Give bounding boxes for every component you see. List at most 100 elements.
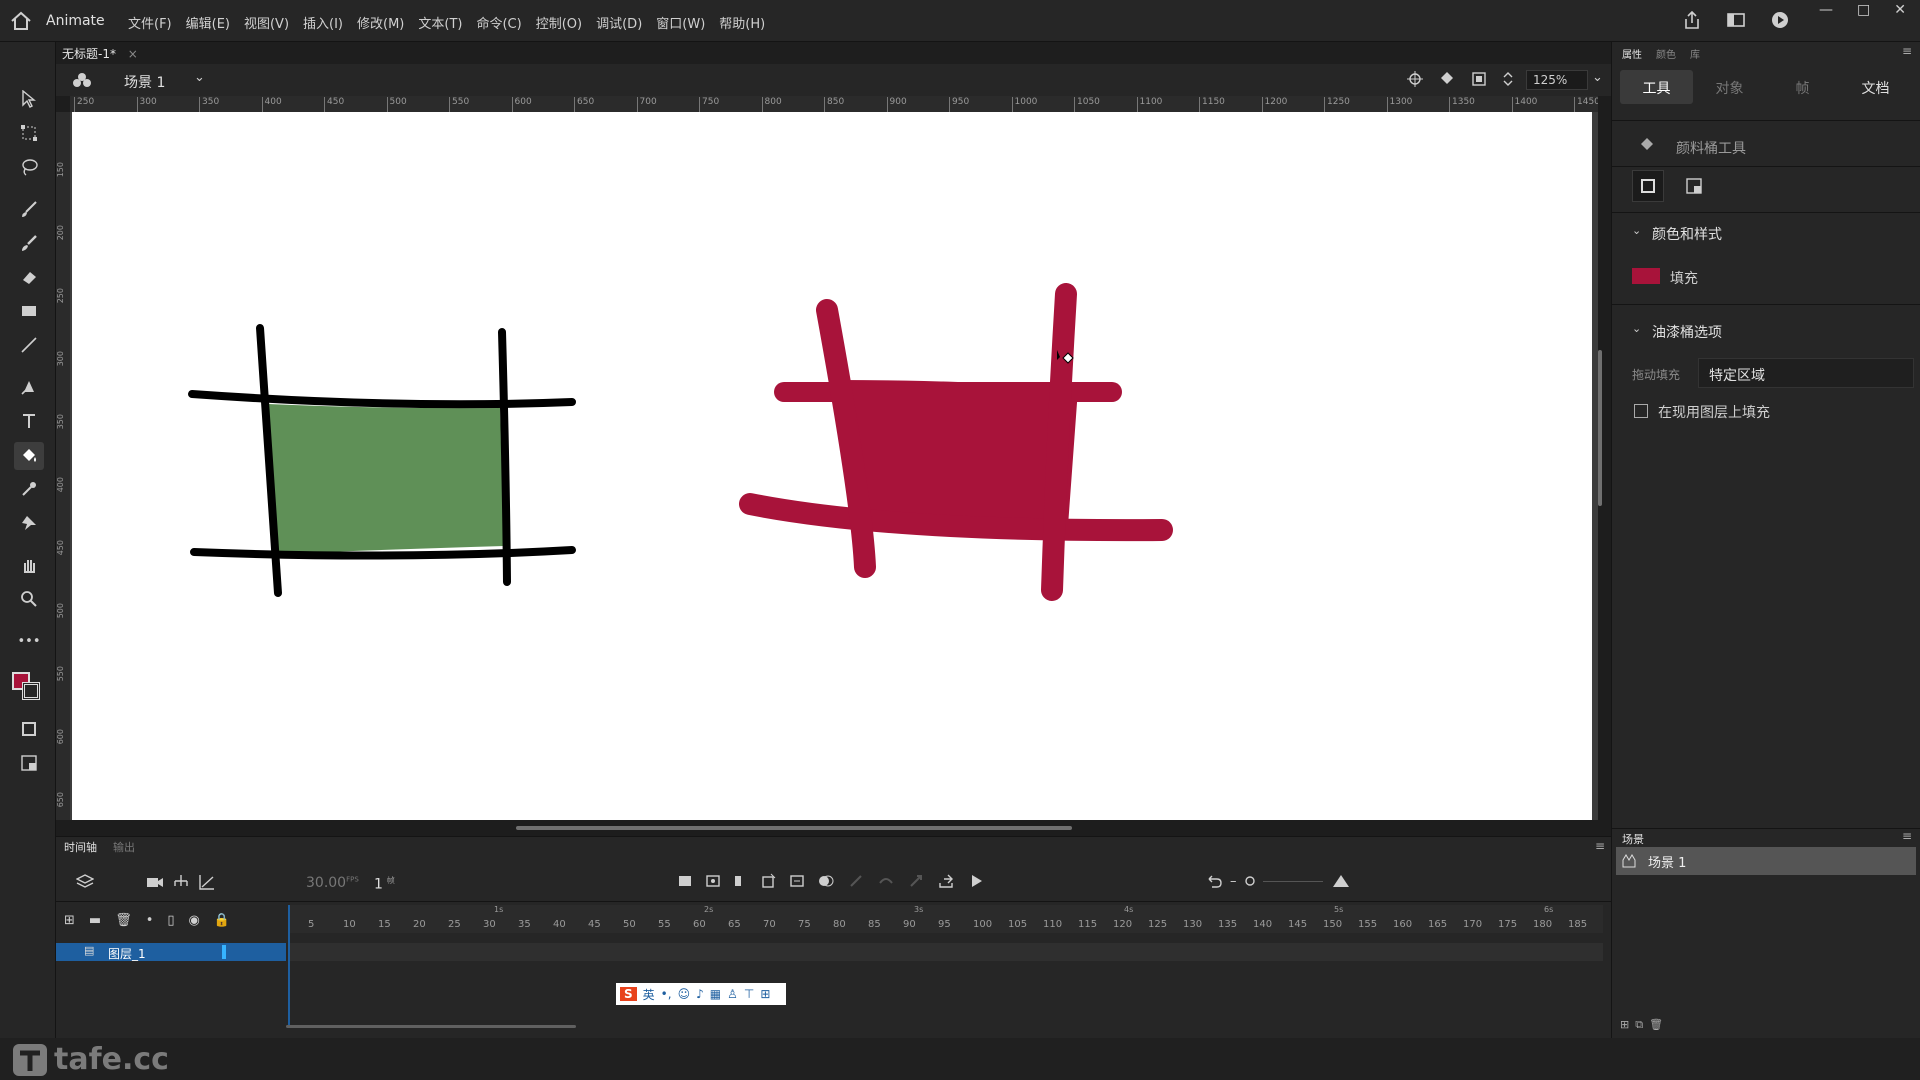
menu-file[interactable]: 文件(F) <box>128 13 172 32</box>
document-tab[interactable]: 无标题-1* × <box>62 45 138 62</box>
timeline-scrollbar[interactable] <box>286 1025 576 1028</box>
clip-icon[interactable] <box>1470 70 1488 88</box>
more-icon[interactable]: ••• <box>18 630 41 652</box>
zoom-slider-thumb[interactable] <box>1244 874 1255 888</box>
tab-properties[interactable]: 属性 <box>1622 46 1642 61</box>
zoom-icon[interactable] <box>18 588 40 610</box>
scene-name[interactable]: 场景 1 <box>124 72 165 92</box>
object-drawing-icon[interactable] <box>18 718 40 740</box>
chevron-down-icon[interactable]: ⌄ <box>1632 224 1641 237</box>
selection-tool-icon[interactable] <box>18 88 40 110</box>
line-icon[interactable] <box>18 334 40 356</box>
pin-icon[interactable] <box>18 512 40 534</box>
add-scene-icon[interactable]: ⊞ <box>1620 1018 1629 1032</box>
eraser-icon[interactable] <box>18 266 40 288</box>
prev-keyframe-icon[interactable] <box>706 873 720 889</box>
new-folder-icon[interactable]: ▬ <box>89 913 101 928</box>
menu-edit[interactable]: 编辑(E) <box>186 13 230 32</box>
layer-name[interactable]: 图层_1 <box>108 945 146 962</box>
maximize-icon[interactable]: □ <box>1857 2 1870 18</box>
menu-view[interactable]: 视图(V) <box>244 13 289 32</box>
timeline-play-icon[interactable] <box>968 873 984 889</box>
menu-help[interactable]: 帮助(H) <box>719 13 765 32</box>
tab-color[interactable]: 颜色 <box>1656 46 1676 61</box>
delete-scene-icon[interactable]: 🗑 <box>1649 1018 1663 1032</box>
onion-skin-icon[interactable] <box>818 873 834 889</box>
tab-output[interactable]: 输出 <box>113 839 135 855</box>
tab-tool[interactable]: 工具 <box>1620 70 1693 104</box>
duplicate-scene-icon[interactable]: ⧉ <box>1635 1018 1643 1032</box>
fill-swatch[interactable] <box>1632 268 1660 284</box>
tab-timeline[interactable]: 时间轴 <box>64 839 97 855</box>
free-transform-icon[interactable] <box>18 122 40 144</box>
layer-row[interactable]: ▤ 图层_1 <box>56 943 286 961</box>
scene-list-item[interactable]: 场景 1 <box>1616 847 1916 875</box>
layout-icon[interactable] <box>1726 10 1746 30</box>
green-fill-shape[interactable] <box>268 404 504 554</box>
menu-modify[interactable]: 修改(M) <box>357 13 404 32</box>
scene-panel-menu-icon[interactable]: ≡ <box>1902 829 1912 843</box>
paint-brush-icon[interactable] <box>18 232 40 254</box>
play-icon[interactable] <box>1770 10 1790 30</box>
eyedropper-icon[interactable] <box>18 478 40 500</box>
ime-emoji-icon[interactable]: ☺ <box>678 987 691 1001</box>
ime-user-icon[interactable]: ♙ <box>727 987 738 1001</box>
chevron-down-icon[interactable]: ⌄ <box>1632 322 1641 335</box>
zoom-out-icon[interactable]: – <box>1230 874 1237 889</box>
parent-view-icon[interactable] <box>172 873 190 891</box>
share-icon[interactable] <box>1682 10 1702 30</box>
ime-lang[interactable]: 英 <box>643 986 655 1003</box>
graph-icon[interactable] <box>198 873 216 891</box>
hand-icon[interactable] <box>18 554 40 576</box>
ime-mic-icon[interactable]: ♪ <box>696 987 704 1001</box>
loop-icon[interactable] <box>938 873 954 889</box>
gap-size-icon[interactable] <box>18 752 40 774</box>
ime-keyboard-icon[interactable]: ▦ <box>710 987 721 1001</box>
playhead[interactable] <box>288 905 290 1025</box>
ime-grid-icon[interactable]: ⊞ <box>760 987 770 1001</box>
section-color-style[interactable]: 颜色和样式 <box>1652 224 1722 244</box>
ime-punct-icon[interactable]: •, <box>661 987 672 1001</box>
tab-document[interactable]: 文档 <box>1839 70 1912 104</box>
menu-window[interactable]: 窗口(W) <box>656 13 705 32</box>
menu-commands[interactable]: 命令(C) <box>476 13 521 32</box>
delete-layer-icon[interactable]: 🗑 <box>115 913 132 928</box>
frame-header[interactable]: 1s 2s 3s 4s 5s 6s 5 10 15 20 25 30 35 40 45 50 55 60 65 70… <box>288 905 1603 933</box>
remove-frame-icon[interactable] <box>790 873 804 889</box>
tab-close-icon[interactable]: × <box>128 47 138 61</box>
blank-keyframe-icon[interactable] <box>734 873 748 889</box>
undo-icon[interactable] <box>1206 873 1222 889</box>
close-icon[interactable]: ✕ <box>1894 2 1906 18</box>
camera-icon[interactable] <box>146 873 164 891</box>
stroke-top-left[interactable] <box>188 390 576 409</box>
ime-toolbar[interactable]: S 英 •, ☺ ♪ ▦ ♙ ⊤ ⊞ <box>616 983 786 1005</box>
stage-canvas[interactable] <box>72 112 1592 820</box>
text-icon[interactable] <box>18 410 40 432</box>
first-frame-icon[interactable] <box>678 873 692 889</box>
new-layer-icon[interactable]: ⊞ <box>64 913 75 928</box>
zoom-slider-track[interactable] <box>1262 880 1323 882</box>
vertical-scrollbar[interactable] <box>1598 350 1602 506</box>
highlight-icon[interactable]: • <box>146 913 154 928</box>
stroke-bottom-left[interactable] <box>190 546 576 560</box>
fps-value[interactable]: 30.00FPS <box>306 875 359 891</box>
menu-insert[interactable]: 插入(I) <box>303 13 343 32</box>
bucket-stage-icon[interactable] <box>1438 70 1456 88</box>
insert-frame-icon[interactable] <box>762 873 776 889</box>
menu-text[interactable]: 文本(T) <box>418 13 462 32</box>
red-filled-shape[interactable] <box>739 283 1173 601</box>
minimize-icon[interactable]: — <box>1819 2 1833 18</box>
zoom-field[interactable]: 125% <box>1526 70 1588 90</box>
tab-library[interactable]: 库 <box>1690 46 1700 61</box>
tab-object[interactable]: 对象 <box>1693 70 1766 104</box>
tab-frame[interactable]: 帧 <box>1766 70 1839 104</box>
layer-frames[interactable] <box>288 943 1603 961</box>
ime-skin-icon[interactable]: ⊤ <box>744 987 754 1001</box>
drag-fill-select[interactable]: 特定区域 <box>1698 358 1914 388</box>
brush-icon[interactable] <box>18 198 40 220</box>
pen-icon[interactable] <box>18 376 40 398</box>
menu-control[interactable]: 控制(O) <box>536 13 582 32</box>
home-icon[interactable] <box>10 11 32 31</box>
color-swatches[interactable] <box>12 672 42 706</box>
outline-icon[interactable]: ▯ <box>167 913 174 928</box>
